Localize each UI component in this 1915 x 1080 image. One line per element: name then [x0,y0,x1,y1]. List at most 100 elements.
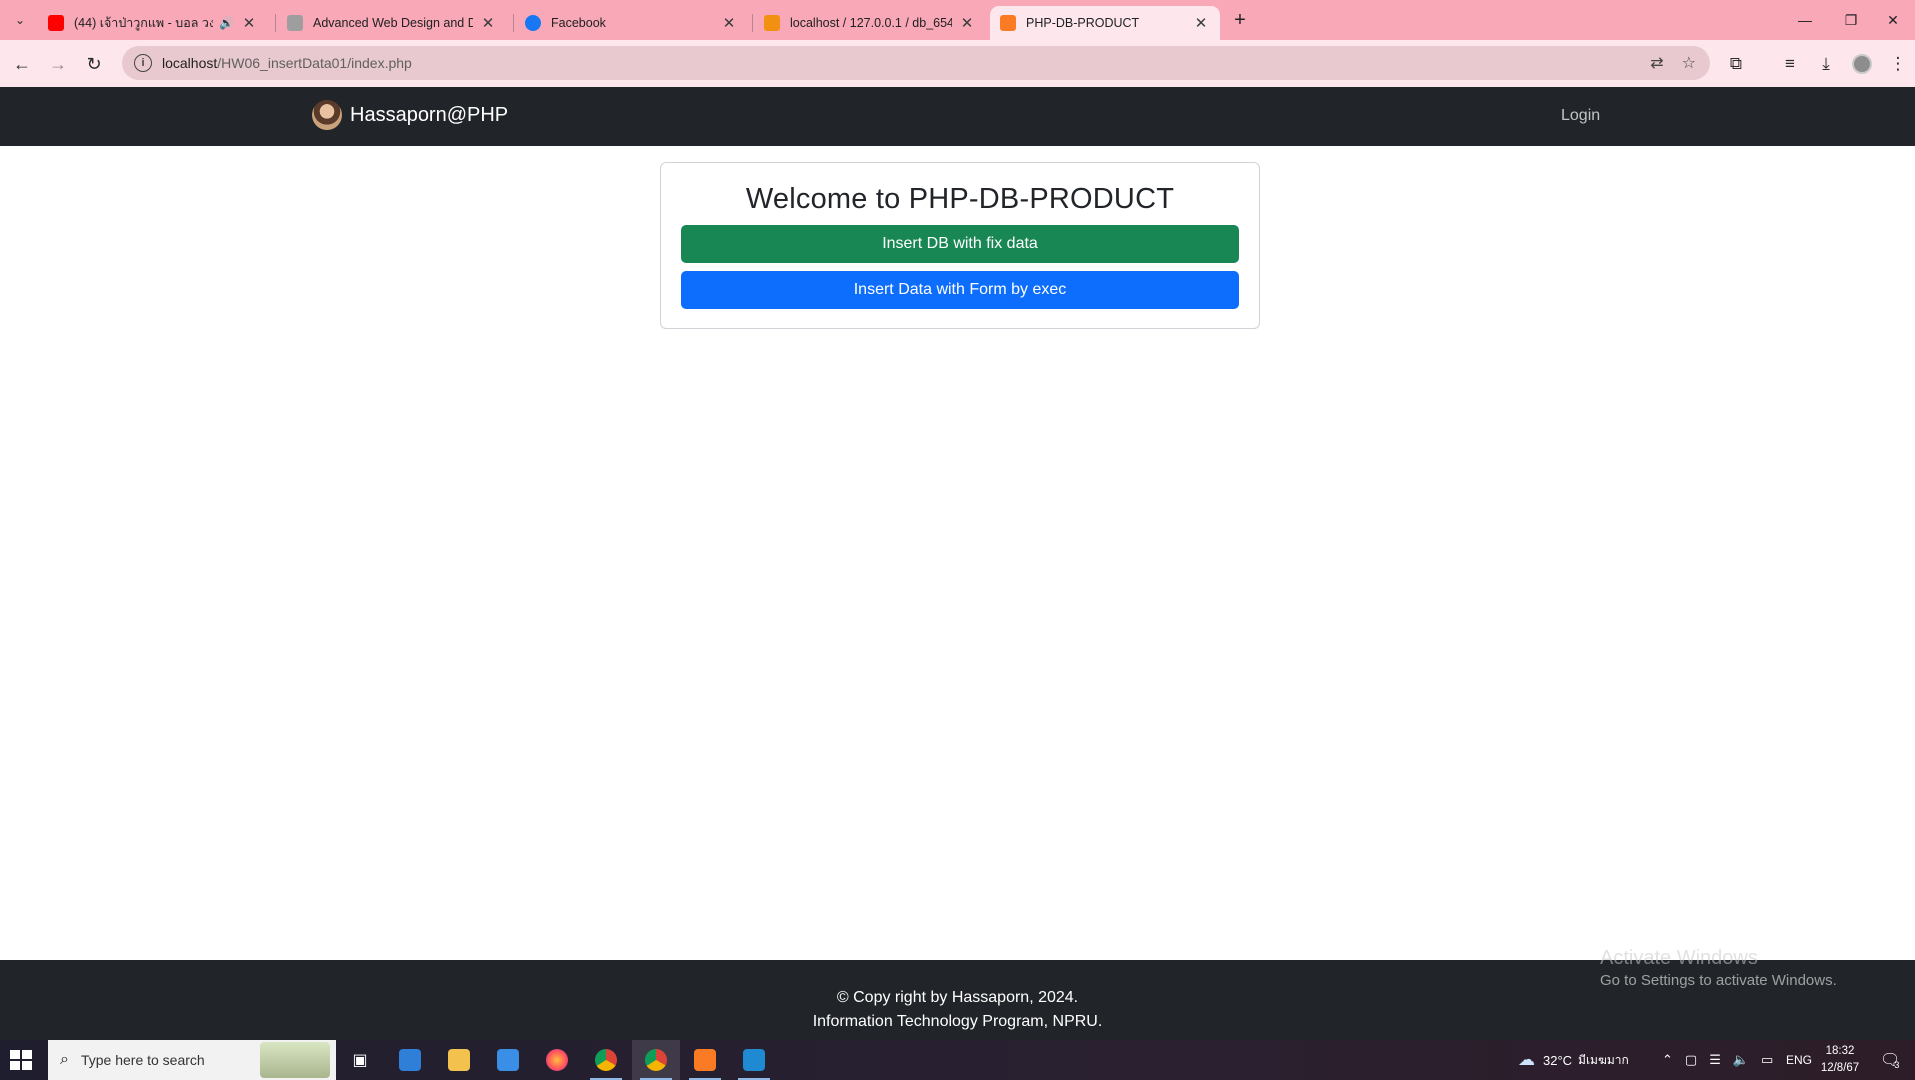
weather-desc: มีเมฆมาก [1578,1052,1629,1067]
watermark-title: Activate Windows [1600,947,1758,969]
system-tray: ⌃ ▢ ☰ 🔈 ▭ [1662,1040,1773,1080]
new-tab-button[interactable]: + [1228,8,1252,32]
tab-search-button[interactable]: ⌄ [8,8,32,32]
media-controls-button[interactable]: ≡ [1776,50,1804,78]
close-icon[interactable]: ✕ [958,14,976,32]
page-title: Welcome to PHP-DB-PRODUCT [745,183,1175,215]
clock-time: 18:32 [1825,1045,1855,1057]
taskbar-store[interactable] [386,1040,434,1080]
taskbar-chrome-2[interactable] [632,1040,680,1080]
facebook-icon [525,15,541,31]
close-window-button[interactable]: ✕ [1870,6,1915,34]
address-url[interactable]: localhost/HW06_insertData01/index.php [162,55,412,71]
youtube-icon [48,15,64,31]
download-icon: ⤓ [1822,54,1830,73]
notification-center-button[interactable]: 🗨 3 [1880,1040,1900,1080]
tab-divider [752,14,753,32]
browser-tabstrip: ⌄ (44) เจ้าป่าวูกแพ - บอล วงกลม 🔊 ✕ Adva… [0,0,1915,40]
downloads-button[interactable]: ⤓ [1812,50,1840,78]
tab-advanced-web[interactable]: Advanced Web Design and Dev ✕ [277,6,507,40]
arrow-right-icon: → [49,53,67,74]
chrome-icon [645,1049,667,1071]
tab-php-db-product[interactable]: PHP-DB-PRODUCT ✕ [990,6,1220,40]
tab-title: localhost / 127.0.0.1 / db_6542 [790,16,952,30]
meet-icon[interactable]: ▢ [1685,1052,1697,1068]
minimize-button[interactable]: — [1782,6,1828,34]
network-icon[interactable]: ☰ [1709,1052,1721,1068]
tab-title: PHP-DB-PRODUCT [1026,16,1140,30]
store-icon [399,1049,421,1071]
xampp-icon [1000,15,1016,31]
xampp-icon [694,1049,716,1071]
close-icon[interactable]: ✕ [240,14,258,32]
forward-button[interactable]: → [44,50,72,78]
close-icon[interactable]: ✕ [720,14,738,32]
vscode-icon [743,1049,765,1071]
weather-widget[interactable]: ☁ 32°C มีเมฆมาก [1518,1040,1629,1080]
volume-icon[interactable]: 🔈 [1733,1052,1749,1068]
insert-fix-data-button[interactable]: Insert DB with fix data [681,225,1239,263]
taskbar-xampp[interactable] [681,1040,729,1080]
speaker-icon[interactable]: 🔊 [219,16,234,30]
brand-avatar [312,100,342,130]
tab-facebook[interactable]: Facebook ✕ [515,6,748,40]
profile-button[interactable] [1848,50,1876,78]
url-host: localhost [162,55,218,71]
restore-icon: ❐ [1844,11,1858,28]
tab-phpmyadmin[interactable]: localhost / 127.0.0.1 / db_6542 ✕ [754,6,986,40]
tab-divider [513,14,514,32]
site-navbar: Hassaporn@PHP Login [0,87,1915,146]
tab-divider [275,14,276,32]
firefox-icon [546,1049,568,1071]
close-icon[interactable]: ✕ [1192,14,1210,32]
login-link[interactable]: Login [1561,107,1600,125]
bookmark-star-icon[interactable]: ☆ [1682,53,1696,73]
restore-button[interactable]: ❐ [1828,6,1874,34]
media-queue-icon: ≡ [1785,54,1795,73]
search-highlight-image [260,1042,330,1078]
browser-menu-button[interactable]: ⋮ [1884,50,1912,78]
phpmyadmin-icon [764,15,780,31]
taskbar-clock[interactable]: 18:32 12/8/67 [1812,1043,1868,1077]
language-indicator[interactable]: ENG [1786,1040,1812,1080]
taskbar-file-explorer[interactable] [435,1040,483,1080]
watermark-subtitle: Go to Settings to activate Windows. [1600,972,1837,989]
display-icon[interactable]: ▭ [1761,1052,1773,1068]
windows-logo-icon [10,1050,20,1059]
chrome-icon [595,1049,617,1071]
start-button[interactable] [10,1050,32,1070]
back-button[interactable]: ← [8,50,36,78]
task-view-button[interactable]: ▣ [336,1040,384,1080]
taskbar-chrome-1[interactable] [582,1040,630,1080]
arrow-left-icon: ← [13,53,31,74]
tab-youtube[interactable]: (44) เจ้าป่าวูกแพ - บอล วงกลม 🔊 ✕ [38,6,268,40]
taskbar-firefox[interactable] [533,1040,581,1080]
taskbar-search-placeholder: Type here to search [80,1052,205,1068]
tab-title: Facebook [551,16,606,30]
program-text: Information Technology Program, NPRU. [812,1013,1103,1030]
profile-avatar [1852,54,1872,74]
browser-toolbar: ← → ↻ i localhost/HW06_insertData01/inde… [0,40,1915,87]
address-bar[interactable]: i localhost/HW06_insertData01/index.php … [122,46,1710,80]
chevron-up-icon[interactable]: ⌃ [1662,1052,1673,1068]
navbar-brand[interactable]: Hassaporn@PHP [312,100,508,130]
taskbar-mail[interactable] [484,1040,532,1080]
mail-icon [497,1049,519,1071]
translate-icon[interactable]: ⇄ [1650,53,1663,73]
extensions-button[interactable]: ⧉ [1722,50,1750,78]
tab-title: Advanced Web Design and Dev [313,16,473,30]
close-icon[interactable]: ✕ [479,14,497,32]
puzzle-icon: ⧉ [1729,54,1743,73]
site-info-icon[interactable]: i [134,54,152,72]
reload-button[interactable]: ↻ [80,50,108,78]
activate-windows-watermark: Activate Windows Go to Settings to activ… [1600,947,1837,989]
insert-form-data-button[interactable]: Insert Data with Form by exec [681,271,1239,309]
windows-taskbar: ⌕ Type here to search ▣ ☁ 32°C มีเมฆมาก … [0,1040,1915,1080]
minimize-icon: — [1798,12,1812,28]
copyright-text: © Copy right by Hassaporn, 2024. [836,989,1079,1006]
clock-date: 12/8/67 [1820,1062,1860,1074]
taskbar-search-box[interactable]: ⌕ Type here to search [48,1040,336,1080]
taskbar-vscode[interactable] [730,1040,778,1080]
welcome-card: Welcome to PHP-DB-PRODUCT Insert DB with… [660,162,1260,329]
address-bar-actions: ⇄ ☆ [1650,53,1696,73]
